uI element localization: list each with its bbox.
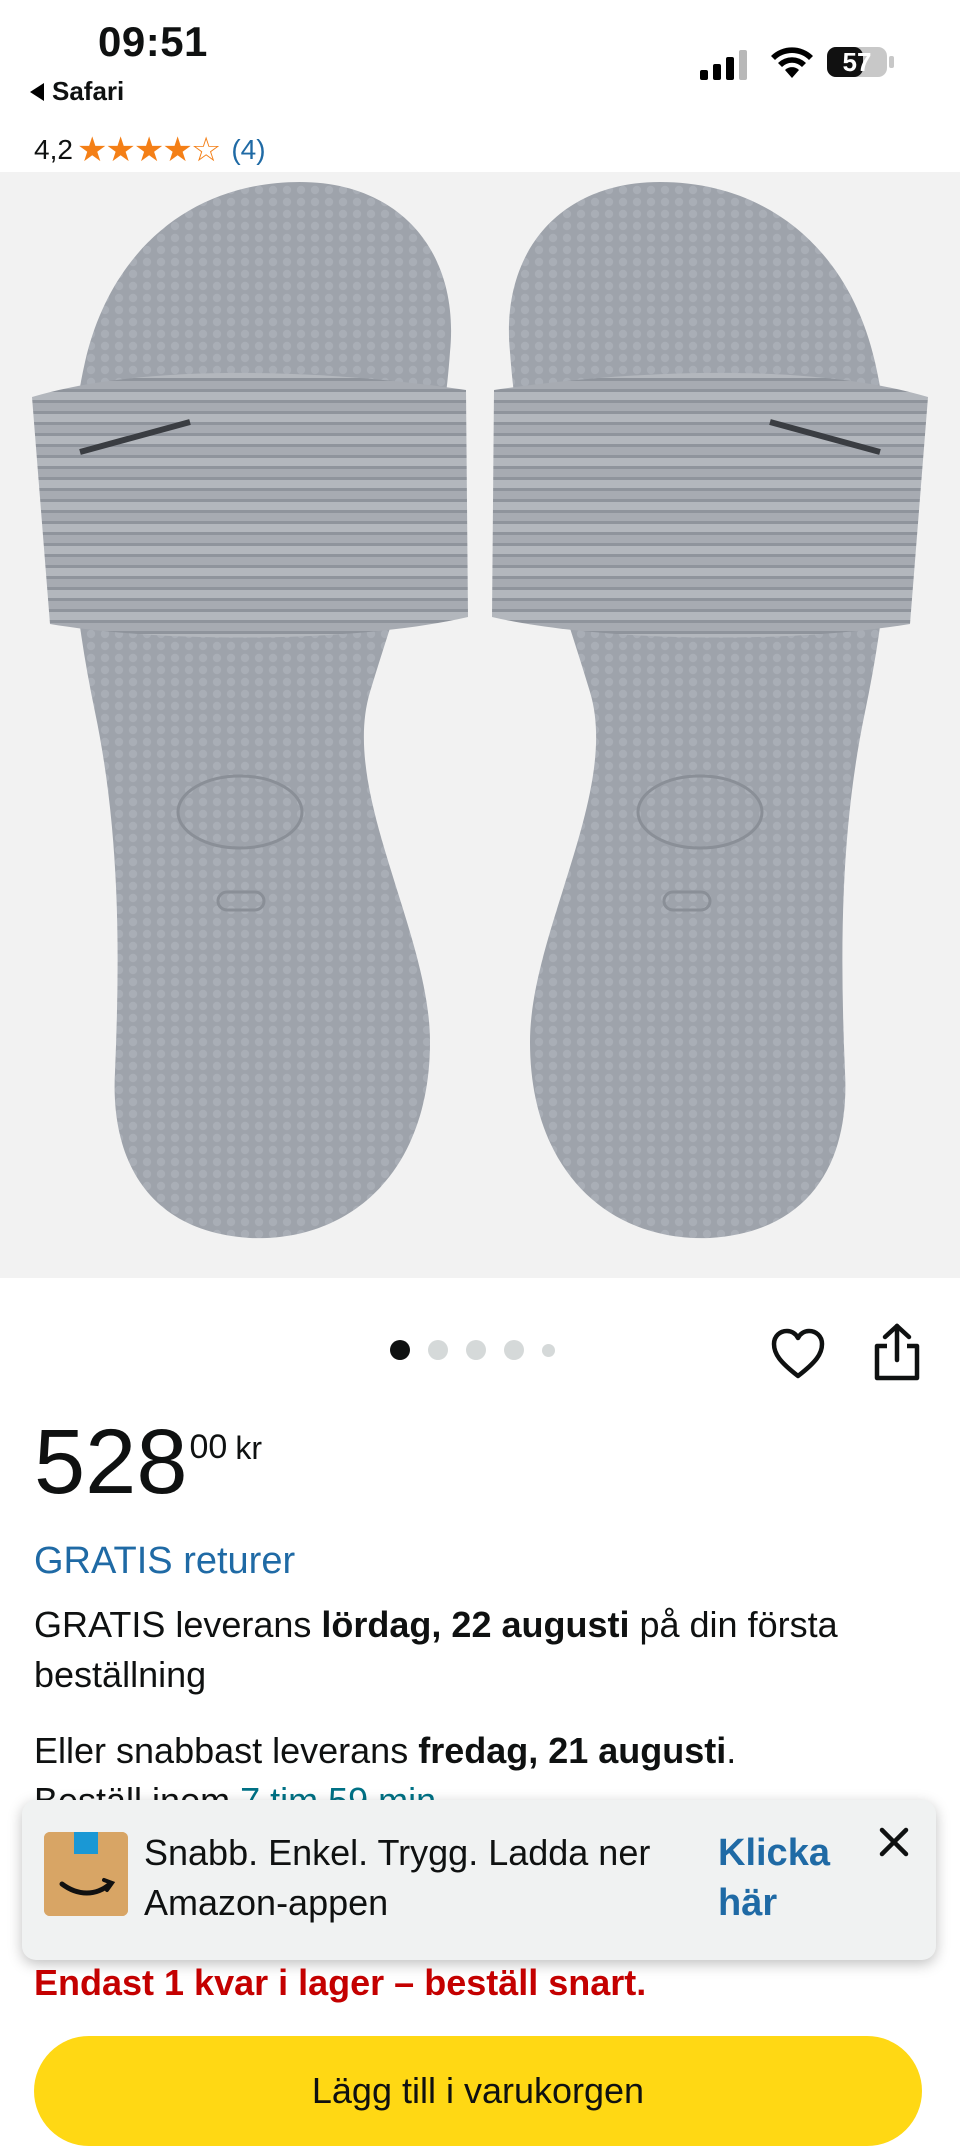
share-icon[interactable] <box>872 1322 922 1382</box>
rating-summary[interactable]: 4,2 ★★★★☆ (4) <box>34 130 266 170</box>
battery-icon: 57 <box>826 44 896 80</box>
delivery-prefix: GRATIS leverans <box>34 1604 322 1645</box>
back-app-label: Safari <box>52 76 125 106</box>
fastest-date: fredag, 21 augusti <box>418 1730 727 1771</box>
fastest-prefix: Eller snabbast leverans <box>34 1730 419 1771</box>
carousel-dot[interactable] <box>390 1340 410 1360</box>
back-triangle-icon <box>30 82 44 101</box>
price-whole: 528 <box>34 1411 188 1513</box>
stock-warning: Endast 1 kvar i lager – beställ snart. <box>34 1962 647 2003</box>
price: 528 00 kr <box>34 1412 262 1512</box>
delivery-date: lördag, 22 augusti <box>321 1604 630 1645</box>
price-fraction: 00 <box>189 1428 228 1466</box>
amazon-app-icon <box>44 1832 128 1916</box>
status-time: 09:51 <box>98 18 208 65</box>
fastest-suffix: . <box>726 1730 737 1771</box>
rating-count-link[interactable]: (4) <box>231 134 265 166</box>
carousel-dot[interactable] <box>428 1340 448 1360</box>
banner-text: Snabb. Enkel. Trygg. Ladda ner Amazon-ap… <box>144 1832 651 1923</box>
price-currency: kr <box>235 1430 262 1466</box>
rating-value: 4,2 <box>34 134 73 165</box>
star-rating-icon: ★★★★☆ <box>76 131 221 169</box>
banner-cta-link[interactable]: Klicka här <box>718 1828 858 1928</box>
wifi-icon <box>771 47 813 78</box>
image-carousel-dots[interactable] <box>390 1340 555 1360</box>
back-to-safari-link[interactable]: Safari <box>30 76 124 107</box>
carousel-dot[interactable] <box>504 1340 524 1360</box>
close-icon[interactable] <box>874 1822 914 1862</box>
battery-percent: 57 <box>842 47 872 77</box>
sandals-illustration <box>32 182 928 1239</box>
cellular-signal-icon <box>700 48 750 80</box>
app-download-banner[interactable]: Snabb. Enkel. Trygg. Ladda ner Amazon-ap… <box>22 1800 936 1960</box>
delivery-info: GRATIS leverans lördag, 22 augusti på di… <box>34 1600 934 1700</box>
heart-icon[interactable] <box>770 1326 826 1382</box>
carousel-dot[interactable] <box>542 1343 555 1357</box>
add-to-cart-button[interactable]: Lägg till i varukorgen <box>34 2036 922 2146</box>
free-returns-link[interactable]: GRATIS returer <box>34 1540 295 1583</box>
carousel-dot[interactable] <box>466 1340 486 1360</box>
product-image[interactable] <box>0 172 960 1278</box>
